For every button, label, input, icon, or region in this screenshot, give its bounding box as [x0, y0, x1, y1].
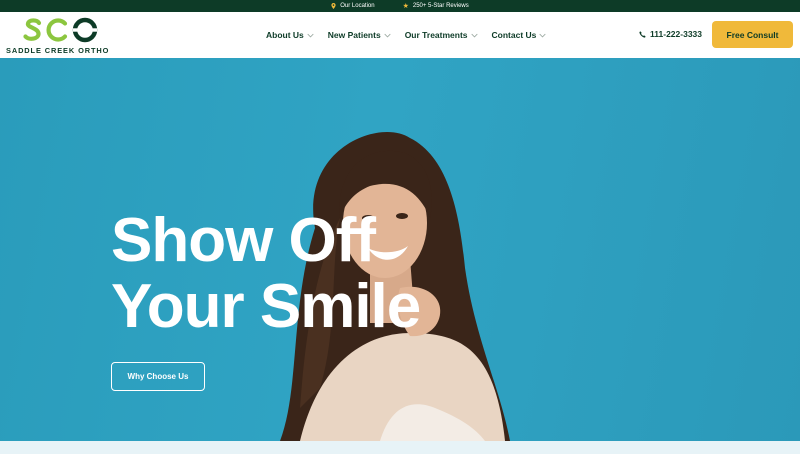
- top-utility-bar: Our Location ★ 250+ 5-Star Reviews: [0, 0, 800, 12]
- phone-link[interactable]: 111-222-3333: [639, 29, 702, 39]
- chevron-down-icon: [307, 33, 314, 37]
- hero-title-line-2: Your Smile: [111, 272, 421, 341]
- location-label: Our Location: [340, 3, 375, 9]
- chevron-down-icon: [539, 33, 546, 37]
- map-pin-icon: [331, 3, 336, 9]
- nav-contact-us[interactable]: Contact Us: [492, 30, 547, 40]
- nav-label: New Patients: [327, 30, 381, 40]
- site-logo[interactable]: SADDLE CREEK ORTHO: [6, 16, 116, 56]
- location-link[interactable]: Our Location: [331, 3, 375, 9]
- main-nav: About Us New Patients Our Treatments Con…: [266, 12, 546, 58]
- nav-label: Contact Us: [491, 30, 537, 40]
- site-header: SADDLE CREEK ORTHO About Us New Patients…: [0, 12, 800, 58]
- nav-our-treatments[interactable]: Our Treatments: [405, 30, 478, 40]
- free-consult-button[interactable]: Free Consult: [712, 21, 793, 48]
- hero-title-line-1: Show Off: [111, 206, 376, 275]
- nav-new-patients[interactable]: New Patients: [328, 30, 391, 40]
- hero-title: Show Off Your Smile: [111, 208, 531, 340]
- phone-icon: [639, 30, 646, 38]
- logo-mark: [23, 17, 98, 43]
- phone-number: 111-222-3333: [650, 29, 702, 39]
- why-choose-us-button[interactable]: Why Choose Us: [111, 362, 205, 391]
- star-icon: ★: [402, 2, 409, 10]
- logo-name: SADDLE CREEK ORTHO: [6, 46, 110, 55]
- chevron-down-icon: [470, 33, 478, 37]
- chevron-down-icon: [384, 33, 391, 37]
- reviews-label: 250+ 5-Star Reviews: [412, 3, 469, 9]
- reviews-link[interactable]: ★ 250+ 5-Star Reviews: [403, 3, 469, 10]
- nav-label: Our Treatments: [404, 30, 468, 40]
- nav-label: About Us: [266, 30, 304, 40]
- next-section-strip: [0, 441, 800, 454]
- nav-about-us[interactable]: About Us: [266, 30, 314, 40]
- hero-section: Show Off Your Smile Why Choose Us: [0, 58, 800, 441]
